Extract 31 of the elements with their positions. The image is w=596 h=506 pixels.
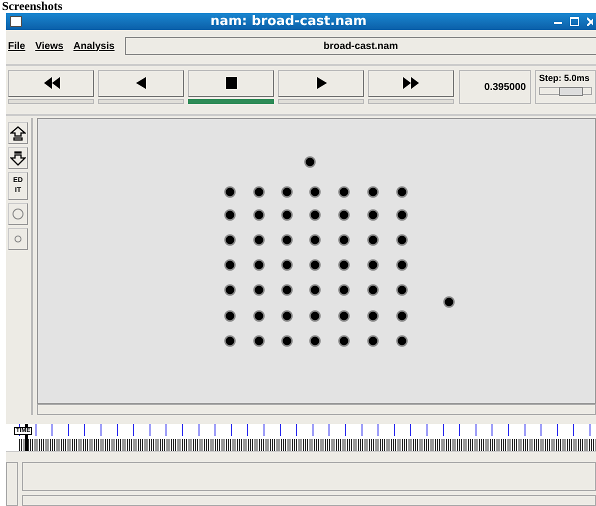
zoom-in-tool-button[interactable] — [8, 122, 28, 144]
menu-item[interactable]: Analysis — [73, 40, 115, 52]
panel-scrollbar[interactable] — [22, 495, 596, 506]
window-menu-icon — [10, 16, 22, 27]
file-name-field: broad-cast.nam — [124, 37, 596, 55]
close-icon[interactable] — [587, 17, 593, 26]
horizontal-scrollbar[interactable] — [37, 404, 596, 415]
window-title: nam: broad-cast.nam — [209, 14, 368, 29]
zoom-out-tool-button[interactable] — [8, 147, 28, 169]
vertical-scrollbar[interactable] — [6, 462, 18, 506]
large-circle-tool-button[interactable] — [8, 203, 28, 225]
circle-icon — [12, 208, 24, 220]
play-button[interactable] — [278, 70, 364, 96]
back-button[interactable] — [98, 70, 184, 96]
small-circle-icon — [14, 235, 22, 243]
small-circle-tool-button[interactable] — [8, 228, 28, 250]
forward-button[interactable] — [368, 70, 454, 96]
rewind-button[interactable] — [8, 70, 94, 96]
step-slider[interactable] — [539, 87, 592, 95]
menu-item[interactable]: Views — [35, 40, 64, 52]
step-label: Step: 5.0ms — [539, 73, 591, 83]
down-arrow-icon — [10, 150, 26, 166]
up-arrow-icon — [10, 126, 26, 140]
stop-button[interactable] — [188, 70, 274, 96]
forward-icon — [402, 77, 420, 90]
menu-item[interactable]: File — [8, 40, 26, 52]
rewind-icon — [42, 77, 60, 90]
slider-thumb[interactable] — [558, 87, 583, 96]
page-heading: Screenshots — [1, 0, 64, 13]
maximize-icon[interactable] — [570, 17, 579, 26]
time-display: 0.395000 — [459, 70, 531, 104]
